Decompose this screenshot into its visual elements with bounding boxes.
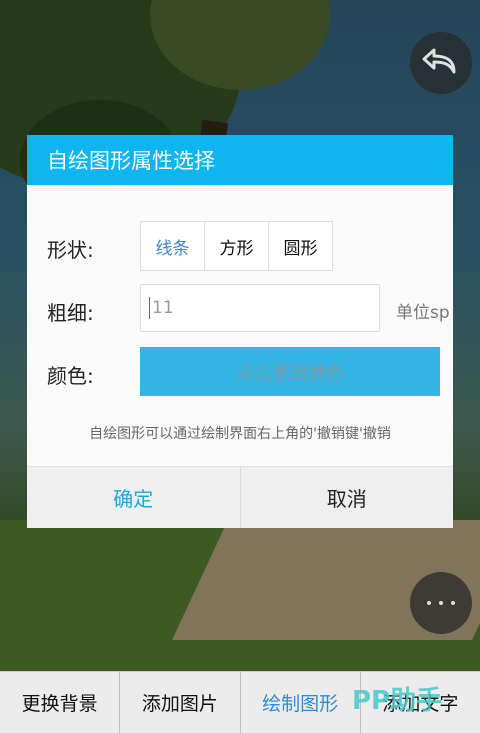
tab-change-background[interactable]: 更换背景 bbox=[0, 672, 121, 733]
text-cursor bbox=[149, 297, 150, 319]
hint-text: 自绘图形可以通过绘制界面右上角的'撤销键'撤销 bbox=[89, 426, 391, 442]
shape-option-rect[interactable]: 方形 bbox=[205, 221, 269, 271]
confirm-button[interactable]: 确定 bbox=[27, 467, 241, 528]
change-color-button[interactable]: 点击更改颜色 bbox=[140, 347, 440, 396]
more-button[interactable] bbox=[410, 572, 472, 634]
shape-option-line[interactable]: 线条 bbox=[140, 221, 205, 271]
more-dots-icon bbox=[427, 601, 455, 605]
size-value: 11 bbox=[152, 298, 174, 318]
dialog-actions: 确定 取消 bbox=[27, 466, 453, 528]
dialog-title: 自绘图形属性选择 bbox=[27, 135, 453, 185]
pp-assistant-watermark: PP助手 bbox=[352, 686, 443, 716]
color-label: 颜色: bbox=[47, 364, 94, 388]
tab-draw-shape[interactable]: 绘制图形 bbox=[241, 672, 361, 733]
unit-label: 单位sp bbox=[396, 303, 450, 323]
size-label: 粗细: bbox=[47, 301, 94, 325]
cancel-button[interactable]: 取消 bbox=[241, 467, 454, 528]
undo-button[interactable] bbox=[410, 32, 472, 94]
shape-label: 形状: bbox=[47, 238, 94, 262]
back-arrow-icon bbox=[422, 48, 456, 74]
shape-selector: 线条 方形 圆形 bbox=[140, 221, 333, 271]
shape-properties-dialog: 自绘图形属性选择 形状: 线条 方形 圆形 粗细: 11 单位sp 颜色: 点击… bbox=[27, 135, 453, 528]
shape-option-circle[interactable]: 圆形 bbox=[269, 221, 333, 271]
size-input[interactable]: 11 bbox=[140, 284, 380, 332]
tab-add-image[interactable]: 添加图片 bbox=[120, 672, 241, 733]
